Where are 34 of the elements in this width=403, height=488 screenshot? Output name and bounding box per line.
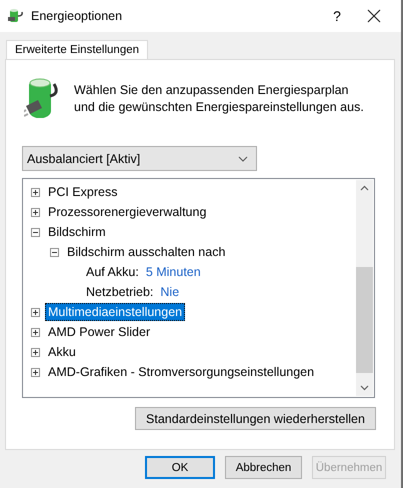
- scrollbar[interactable]: [356, 180, 373, 396]
- help-button[interactable]: ?: [317, 8, 357, 24]
- tree-item[interactable]: AMD-Grafiken - Stromversorgungseinstellungen: [45, 363, 318, 381]
- tree-item[interactable]: Prozessorenergieverwaltung: [45, 203, 210, 221]
- dialog-button[interactable]: Abbrechen: [225, 456, 302, 479]
- restore-defaults-button[interactable]: Standardeinstellungen wiederherstellen: [135, 407, 376, 430]
- collapse-icon[interactable]: [31, 228, 40, 236]
- tree-item[interactable]: AMD Power Slider: [45, 323, 154, 341]
- expand-icon[interactable]: [31, 208, 40, 216]
- chevron-down-icon: [238, 156, 248, 162]
- expand-icon[interactable]: [31, 348, 40, 356]
- scrollbar-thumb[interactable]: [356, 267, 373, 373]
- battery-plug-icon: [24, 76, 60, 118]
- close-icon[interactable]: [367, 9, 381, 23]
- setting-value-link[interactable]: 5 Minuten: [146, 265, 201, 279]
- expand-icon[interactable]: [31, 188, 40, 196]
- setting-value-link[interactable]: Nie: [160, 285, 180, 299]
- expand-icon[interactable]: [31, 328, 40, 336]
- tree-item[interactable]: Akku: [45, 343, 79, 361]
- tree-item[interactable]: PCI Express: [45, 183, 120, 201]
- tree-item[interactable]: Bildschirm: [45, 223, 109, 241]
- battery-plug-icon: [7, 8, 25, 24]
- window-title: Energieoptionen: [31, 9, 124, 23]
- expand-icon[interactable]: [31, 308, 40, 316]
- dialog-button[interactable]: OK: [145, 456, 215, 479]
- tree-item[interactable]: Bildschirm ausschalten nach: [64, 243, 228, 261]
- tree-item[interactable]: Multimediaeinstellungen: [45, 303, 186, 321]
- expand-icon[interactable]: [31, 368, 40, 376]
- instruction-text: Wählen Sie den anzupassenden Energiesparplan und die gewünschten Energiespareinstellungen aus.: [74, 82, 364, 116]
- setting-label: Auf Akku:: [85, 264, 140, 281]
- plan-dropdown[interactable]: Ausbalanciert [Aktiv]: [22, 146, 257, 171]
- collapse-icon[interactable]: [50, 248, 59, 256]
- tab[interactable]: Erweiterte Einstellungen: [6, 40, 148, 59]
- setting-label: Netzbetrieb:: [85, 284, 154, 301]
